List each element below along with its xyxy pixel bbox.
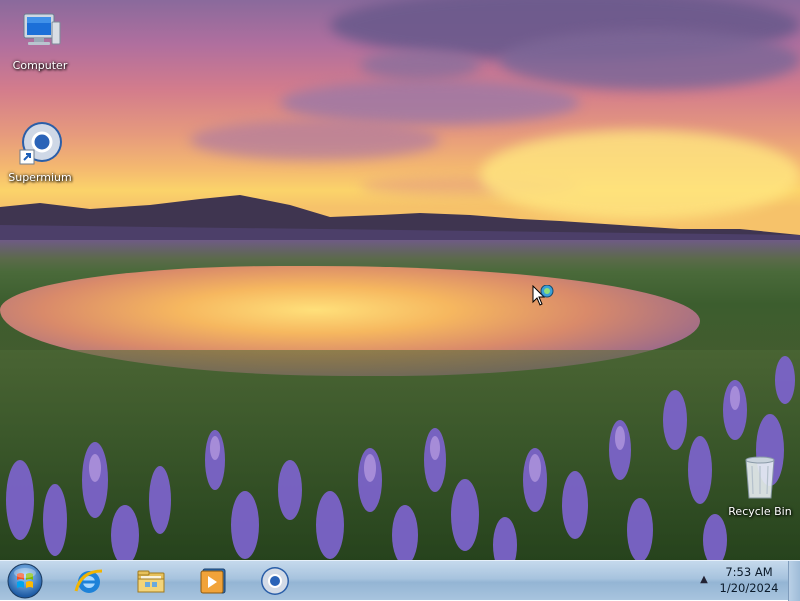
supermium-browser-icon: [261, 567, 289, 595]
supermium-browser-icon: [19, 122, 62, 165]
desktop-icon-label: Computer: [12, 59, 68, 72]
windows-start-orb-icon[interactable]: [6, 562, 44, 600]
show-desktop-button[interactable]: [788, 561, 800, 601]
taskbar-media-player-button[interactable]: [186, 563, 240, 599]
clock-date: 1/20/2024: [719, 581, 779, 595]
clock-time: 7:53 AM: [725, 565, 773, 579]
desktop-icon-recycle-bin[interactable]: Recycle Bin: [720, 454, 800, 518]
taskbar: ▲ 7:53 AM 1/20/2024: [0, 560, 800, 601]
desktop-wallpaper: [0, 0, 800, 560]
show-hidden-icons-chevron-icon[interactable]: ▲: [697, 573, 711, 587]
cloud: [190, 120, 440, 160]
recycle-bin-icon: [745, 456, 775, 499]
desktop-icon-computer[interactable]: Computer: [0, 8, 80, 72]
internet-explorer-icon: [74, 569, 103, 593]
taskbar-internet-explorer-button[interactable]: [62, 563, 116, 599]
desktop-icon-label: Recycle Bin: [728, 505, 792, 518]
taskbar-file-explorer-button[interactable]: [124, 563, 178, 599]
cloud: [360, 50, 480, 80]
busy-cursor-icon: [532, 285, 554, 306]
taskbar-clock[interactable]: 7:53 AM 1/20/2024: [712, 564, 786, 596]
media-player-icon: [200, 568, 226, 594]
file-explorer-folder-icon: [137, 570, 165, 593]
taskbar-supermium-button[interactable]: [248, 563, 302, 599]
desktop-icon-supermium[interactable]: Supermium: [0, 120, 80, 184]
computer-icon: [23, 13, 61, 45]
cloud: [500, 30, 800, 90]
cloud: [280, 80, 580, 125]
wildflowers: [0, 350, 800, 560]
desktop-icon-label: Supermium: [8, 171, 72, 184]
